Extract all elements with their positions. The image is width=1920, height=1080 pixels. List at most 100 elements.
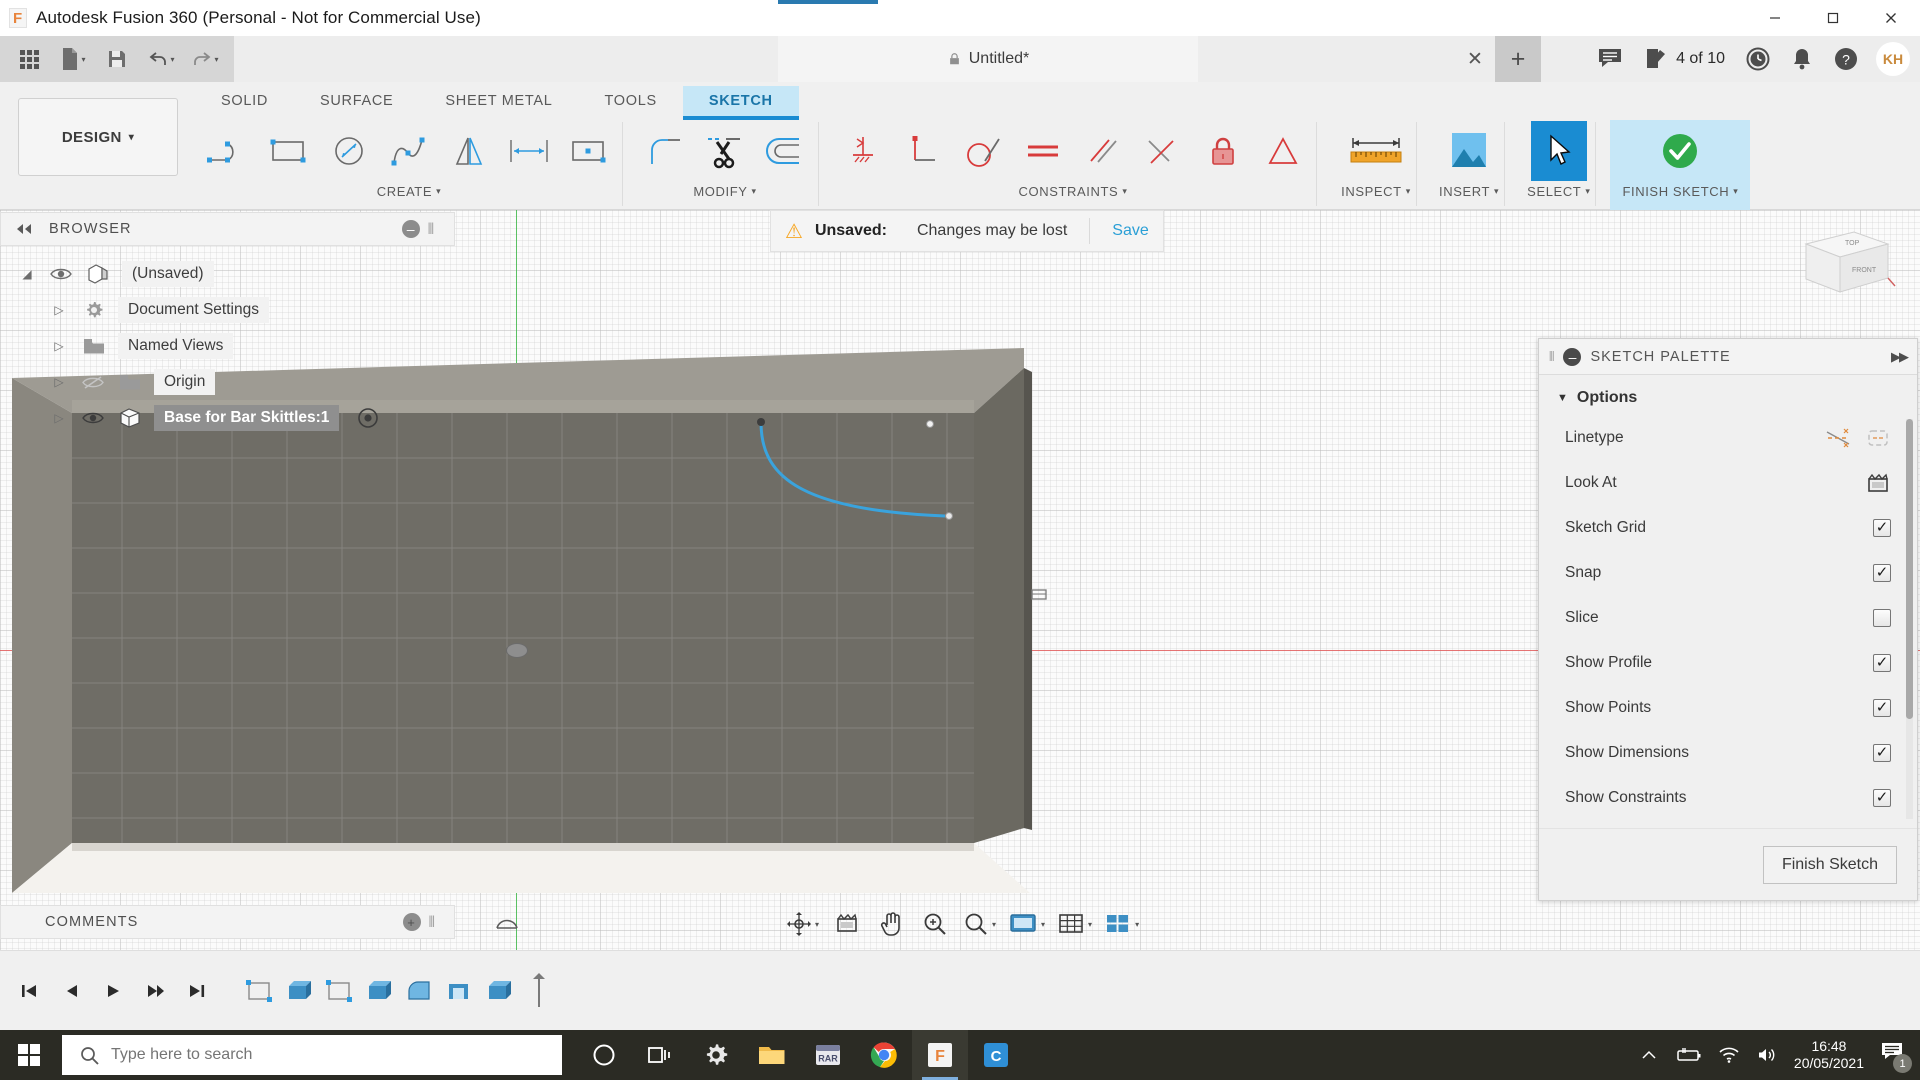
minus-circle-icon[interactable]: –: [1563, 348, 1581, 366]
sketch-grid-checkbox[interactable]: ✓: [1873, 519, 1891, 537]
teams-icon[interactable]: C: [968, 1030, 1024, 1080]
eye-icon[interactable]: [80, 411, 106, 425]
timeline-extrude-feature-3[interactable]: [482, 976, 516, 1006]
close-button[interactable]: [1862, 0, 1920, 36]
play-icon[interactable]: [94, 968, 132, 1014]
tab-sketch[interactable]: SKETCH: [683, 86, 799, 116]
display-settings-caret[interactable]: ▾: [1041, 920, 1045, 929]
undo-icon[interactable]: ▾: [140, 36, 182, 82]
expand-arrow-icon[interactable]: ▷: [48, 303, 70, 317]
constraint-equal-icon[interactable]: [1015, 122, 1071, 180]
offset-icon[interactable]: [757, 122, 813, 180]
tab-solid[interactable]: SOLID: [195, 86, 294, 116]
grid-snaps-caret[interactable]: ▾: [1088, 920, 1092, 929]
browser-item-origin[interactable]: ▷ Origin: [0, 364, 458, 400]
expand-arrow-icon[interactable]: ▷: [48, 339, 70, 353]
finish-sketch-check-icon[interactable]: [1652, 122, 1708, 180]
timeline-sketch-feature-2[interactable]: [322, 976, 356, 1006]
line-icon[interactable]: [201, 122, 257, 180]
linetype-construction-icon[interactable]: [1825, 427, 1851, 449]
expand-arrow-icon[interactable]: ▷: [48, 375, 70, 389]
browser-item-document-settings[interactable]: ▷ Document Settings: [0, 292, 458, 328]
sketch-spline-curve[interactable]: [740, 410, 1000, 570]
viewports-caret[interactable]: ▾: [1135, 920, 1139, 929]
maximize-button[interactable]: [1804, 0, 1862, 36]
orbit-icon[interactable]: ▾: [782, 904, 823, 944]
slice-checkbox[interactable]: [1873, 609, 1891, 627]
minus-circle-icon[interactable]: –: [402, 220, 420, 238]
rectangle-icon[interactable]: [261, 122, 317, 180]
constraint-midpoint-icon[interactable]: [1135, 122, 1191, 180]
search-input[interactable]: [111, 1046, 491, 1064]
mirror-icon[interactable]: [441, 122, 497, 180]
wifi-icon[interactable]: [1718, 1046, 1740, 1064]
document-tab-close-button[interactable]: ✕: [1455, 36, 1495, 82]
body-visibility-toggle-icon[interactable]: [357, 407, 379, 429]
fillet-icon[interactable]: [637, 122, 693, 180]
constraint-curvature-icon[interactable]: [1255, 122, 1311, 180]
measure-ruler-icon[interactable]: [1341, 122, 1411, 180]
circle-icon[interactable]: [321, 122, 377, 180]
jump-to-beginning-icon[interactable]: [10, 968, 48, 1014]
constraint-tangent-icon[interactable]: [955, 122, 1011, 180]
undo-caret[interactable]: ▾: [170, 55, 174, 64]
comment-icon[interactable]: [1589, 36, 1633, 82]
windows-start-icon[interactable]: [0, 1030, 58, 1080]
step-back-icon[interactable]: [52, 968, 90, 1014]
panel-select-label[interactable]: SELECT ▾: [1527, 184, 1590, 199]
tab-sheet-metal[interactable]: SHEET METAL: [419, 86, 578, 116]
select-cursor-icon[interactable]: [1531, 121, 1587, 181]
sketch-dimension-icon[interactable]: [501, 122, 557, 180]
show-constraints-checkbox[interactable]: ✓: [1873, 789, 1891, 807]
expand-right-icon[interactable]: ▶▶: [1891, 349, 1907, 365]
step-forward-icon[interactable]: [136, 968, 174, 1014]
constraint-parallel-icon[interactable]: [1075, 122, 1131, 180]
panel-finish-sketch-label[interactable]: FINISH SKETCH ▾: [1622, 184, 1738, 199]
panel-constraints-label[interactable]: CONSTRAINTS ▾: [1019, 184, 1128, 199]
panel-inspect-label[interactable]: INSPECT ▾: [1341, 184, 1411, 199]
grid-snaps-icon[interactable]: ▾: [1053, 904, 1096, 944]
viewports-icon[interactable]: ▾: [1100, 904, 1143, 944]
new-document-icon[interactable]: ▾: [52, 36, 94, 82]
action-center-icon[interactable]: 1: [1880, 1041, 1908, 1069]
constraint-fix-lock-icon[interactable]: [1195, 122, 1251, 180]
tab-tools[interactable]: TOOLS: [578, 86, 682, 116]
trim-scissors-icon[interactable]: [697, 122, 753, 180]
tab-surface[interactable]: SURFACE: [294, 86, 419, 116]
settings-gear-icon[interactable]: [688, 1030, 744, 1080]
redo-caret[interactable]: ▾: [214, 55, 218, 64]
options-section-header[interactable]: ▼ Options: [1539, 375, 1917, 415]
orbit-caret[interactable]: ▾: [815, 920, 819, 929]
zoom-icon[interactable]: [915, 904, 955, 944]
new-tab-button[interactable]: +: [1495, 36, 1541, 82]
timeline-shell-feature[interactable]: [442, 976, 476, 1006]
browser-item-base-for-bar-skittles[interactable]: ▷ Base for Bar Skittles:1: [0, 400, 458, 436]
constraint-perpendicular-icon[interactable]: [895, 122, 951, 180]
app-grid-icon[interactable]: [8, 36, 50, 82]
look-at-icon[interactable]: [1865, 472, 1891, 494]
plus-circle-icon[interactable]: +: [403, 913, 421, 931]
comments-resize-handle[interactable]: ⫴: [429, 914, 436, 931]
timeline-extrude-feature-2[interactable]: [362, 976, 396, 1006]
winrar-icon[interactable]: RAR: [800, 1030, 856, 1080]
task-view-icon[interactable]: [632, 1030, 688, 1080]
spline-icon[interactable]: [381, 122, 437, 180]
document-tab[interactable]: Untitled*: [778, 36, 1198, 82]
view-cube[interactable]: TOP FRONT: [1788, 220, 1898, 310]
comments-panel[interactable]: COMMENTS + ⫴: [0, 905, 455, 939]
help-icon[interactable]: ?: [1824, 36, 1868, 82]
browser-item-named-views[interactable]: ▷ Named Views: [0, 328, 458, 364]
file-explorer-icon[interactable]: [744, 1030, 800, 1080]
palette-scrollbar[interactable]: [1906, 419, 1913, 819]
zoom-window-icon[interactable]: ▾: [959, 904, 1000, 944]
finish-sketch-button[interactable]: Finish Sketch: [1763, 846, 1897, 884]
fusion360-icon[interactable]: F: [912, 1030, 968, 1080]
taskbar-clock[interactable]: 16:48 20/05/2021: [1794, 1038, 1864, 1072]
battery-charging-icon[interactable]: [1674, 1046, 1702, 1064]
zoom-window-caret[interactable]: ▾: [992, 920, 996, 929]
jobs-status-icon[interactable]: 4 of 10: [1635, 36, 1734, 82]
show-points-checkbox[interactable]: ✓: [1873, 699, 1891, 717]
workspace-selector[interactable]: DESIGN ▾: [18, 98, 178, 176]
taskbar-search[interactable]: [62, 1035, 562, 1075]
snap-checkbox[interactable]: ✓: [1873, 564, 1891, 582]
